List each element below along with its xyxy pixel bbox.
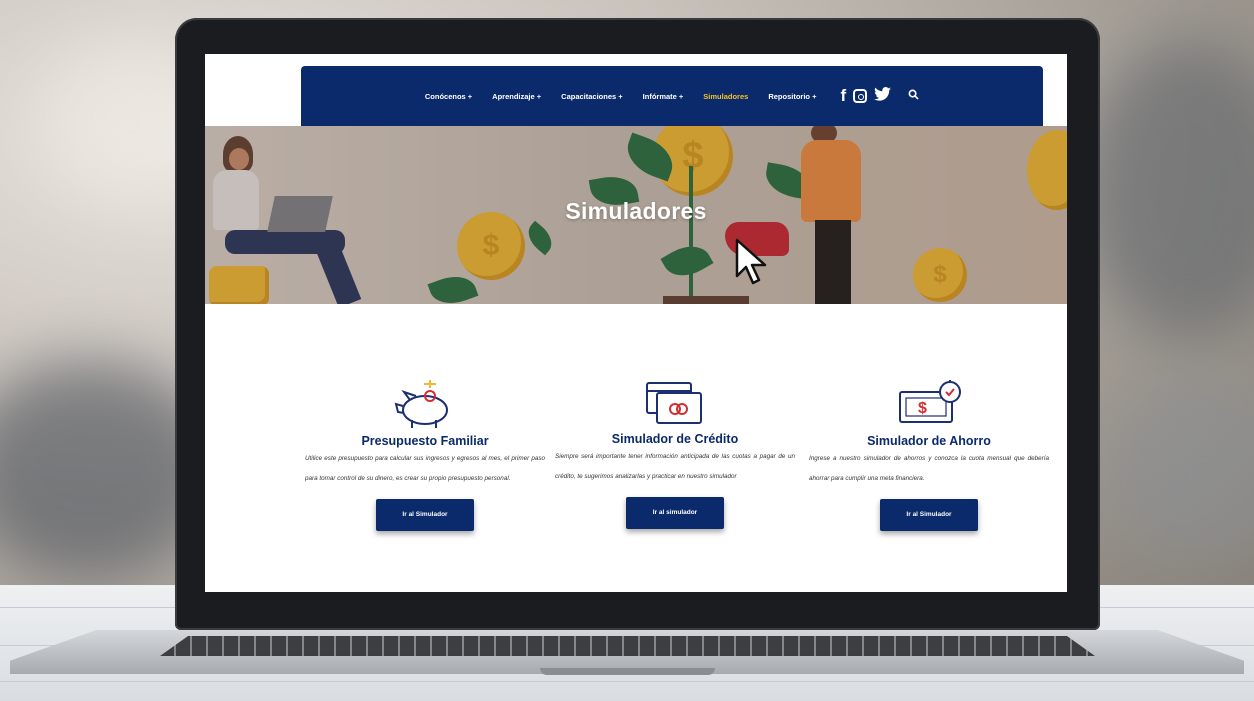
laptop-lip (540, 668, 715, 675)
card-title: Simulador de Ahorro (867, 434, 991, 448)
page-title: Simuladores (565, 198, 707, 224)
keyboard (160, 636, 1095, 656)
card-simulador-ahorro: $ Simulador de Ahorro Ingrese a nuestro … (809, 380, 1049, 531)
card-title: Simulador de Crédito (611, 432, 739, 446)
main-nav: Conócenos + Aprendizaje + Capacitaciones… (301, 66, 1043, 126)
background-blur (1110, 380, 1254, 560)
nav-item-simuladores[interactable]: Simuladores (703, 92, 748, 101)
hero-banner: $ $ $ Simuladores (205, 126, 1067, 304)
card-title: Presupuesto Familiar (361, 434, 489, 448)
search-icon[interactable] (908, 89, 919, 103)
nav-item-informate[interactable]: Infórmate + (643, 92, 684, 101)
laptop-screen: Conócenos + Aprendizaje + Capacitaciones… (205, 54, 1067, 592)
facebook-icon[interactable]: f (840, 86, 846, 106)
nav-item-conocenos[interactable]: Conócenos + (425, 92, 472, 101)
card-simulador-credito: Simulador de Crédito Siempre será import… (555, 382, 795, 529)
card-description: Utilice este presupuesto para calcular s… (305, 455, 545, 482)
svg-text:$: $ (918, 400, 927, 417)
background-blur (1080, 40, 1254, 340)
instagram-icon[interactable] (853, 89, 868, 103)
twitter-icon[interactable] (874, 87, 892, 105)
piggy-bank-icon (305, 380, 545, 430)
savings-clock-icon: $ (809, 380, 1049, 430)
mouse-cursor-icon (735, 238, 769, 291)
nav-item-capacitaciones[interactable]: Capacitaciones + (561, 92, 623, 101)
card-description: Ingrese a nuestro simulador de ahorros y… (809, 455, 1049, 482)
nav-item-repositorio[interactable]: Repositorio + (768, 92, 816, 101)
nav-item-aprendizaje[interactable]: Aprendizaje + (492, 92, 541, 101)
go-to-simulator-button[interactable]: Ir al Simulador (376, 499, 474, 531)
card-description: Siempre será importante tener informació… (555, 453, 795, 480)
social-links: f (840, 86, 919, 106)
go-to-simulator-button[interactable]: Ir al Simulador (880, 499, 978, 531)
go-to-simulator-button[interactable]: Ir al simulador (626, 497, 724, 529)
credit-card-icon (555, 382, 795, 428)
card-presupuesto-familiar: Presupuesto Familiar Utilice este presup… (305, 380, 545, 531)
